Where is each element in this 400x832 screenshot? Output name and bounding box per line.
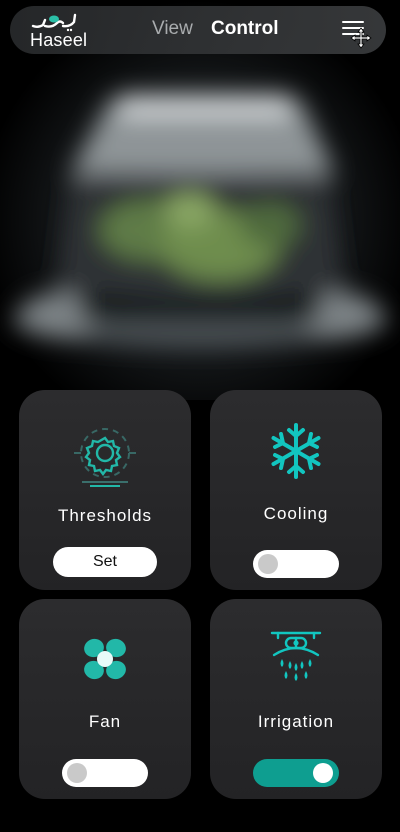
logo-text: Haseel [30,30,88,50]
irrigation-toggle[interactable] [253,759,339,787]
toggle-knob [313,763,333,783]
fan-card: Fan [19,599,191,799]
sprinkler-icon [270,631,322,681]
thresholds-card: Thresholds Set [19,390,191,590]
thresholds-title: Thresholds [57,506,153,525]
gear-threshold-icon [74,428,136,487]
cooling-toggle[interactable] [253,550,339,578]
tab-view[interactable]: View [152,18,193,40]
snowflake-icon [271,423,321,479]
cooling-card: Cooling [210,390,382,590]
fan-title: Fan [88,712,122,731]
toggle-knob [67,763,87,783]
irrigation-card: Irrigation [210,599,382,799]
irrigation-title: Irrigation [257,712,335,731]
set-thresholds-button[interactable]: Set [53,547,157,577]
fan-toggle[interactable] [62,759,148,787]
tab-control[interactable]: Control [211,18,279,40]
move-cursor-icon [350,27,372,49]
haseel-logo[interactable]: Haseel [20,10,90,50]
top-nav-bar: Haseel View Control [10,6,386,54]
cooling-title: Cooling [263,504,329,523]
toggle-knob [258,554,278,574]
hero-terrarium-image [0,0,400,400]
arabic-logotype [31,13,77,32]
fan-icon [84,638,126,680]
